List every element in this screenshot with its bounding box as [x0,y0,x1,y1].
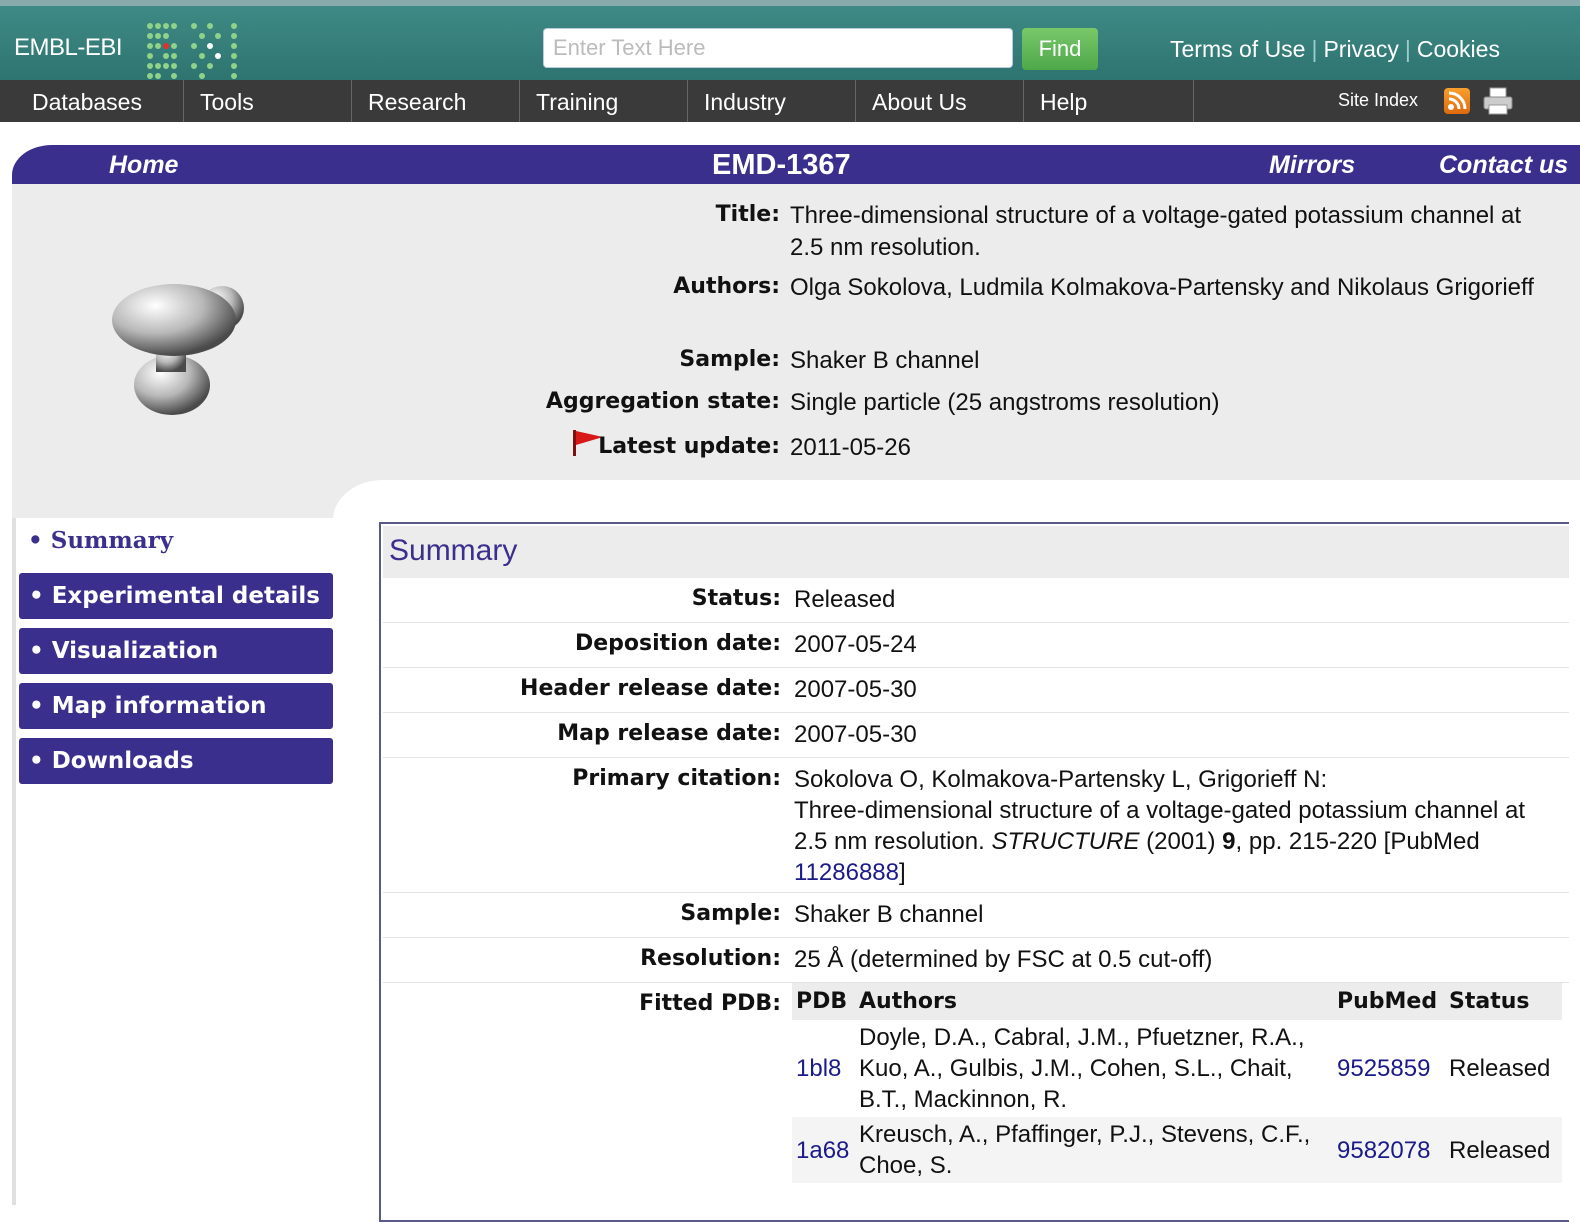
deposition-date-row: Deposition date: 2007-05-24 [383,623,1569,668]
deposition-date-label: Deposition date: [574,631,781,656]
status-label: Status: [691,586,781,611]
column-header-status: Status [1445,983,1562,1020]
deposition-date-value: 2007-05-24 [794,631,917,658]
pdb-status: Released [1449,1055,1551,1082]
pdb-link[interactable]: 1a68 [796,1137,849,1164]
sample-row: Sample: Shaker B channel [0,345,1580,377]
aggregation-row: Aggregation state: Single particle (25 a… [0,387,1580,419]
utility-links: Terms of Use | Privacy | Cookies [1170,36,1500,63]
table-row: 1bl8 Doyle, D.A., Cabral, J.M., Pfuetzne… [792,1020,1562,1117]
home-link[interactable]: Home [109,145,178,185]
citation-authors: Sokolova O, Kolmakova-Partensky L, Grigo… [794,766,1328,793]
title-value: Three-dimensional structure of a voltage… [790,202,1522,261]
menu-item-map-information[interactable]: • Map information [19,683,333,729]
cookies-link[interactable]: Cookies [1417,36,1500,62]
citation-pages: , pp. 215-220 [PubMed [1235,828,1480,855]
summary-heading-bar [383,526,1569,578]
latest-update-row: Latest update: 2011-05-26 [0,432,1580,464]
map-release-date-value: 2007-05-30 [794,721,917,748]
column-header-pubmed: PubMed [1333,983,1445,1020]
pubmed-link[interactable]: 9525859 [1337,1055,1430,1082]
resolution-row: Resolution: 25 Å (determined by FSC at 0… [383,938,1569,983]
header-release-date-value: 2007-05-30 [794,676,917,703]
sample-label: Sample: [679,347,780,372]
terms-of-use-link[interactable]: Terms of Use [1170,36,1305,62]
rss-icon[interactable] [1444,88,1470,114]
fitted-pdb-label: Fitted PDB: [639,991,781,1016]
sample-value: Shaker B channel [790,347,980,374]
main-nav: Databases Tools Research Training Indust… [0,80,1580,122]
menu-item-downloads[interactable]: • Downloads [19,738,333,784]
citation-close: ] [899,859,906,886]
title-row: Title: Three-dimensional structure of a … [0,200,1580,264]
printer-icon[interactable] [1482,86,1514,116]
map-release-date-label: Map release date: [557,721,781,746]
sample-summary-label: Sample: [680,901,781,926]
primary-citation-row: Primary citation: Sokolova O, Kolmakova-… [383,758,1569,893]
menu-item-visualization[interactable]: • Visualization [19,628,333,674]
column-header-pdb: PDB [792,983,855,1020]
nav-item-help[interactable]: Help [1024,80,1194,122]
citation-pubmed-link[interactable]: 11286888 [794,859,899,886]
nav-item-about-us[interactable]: About Us [856,80,1024,122]
privacy-link[interactable]: Privacy [1323,36,1398,62]
status-row: Status: Released [383,578,1569,623]
title-label: Title: [715,202,780,227]
nav-item-training[interactable]: Training [520,80,688,122]
nav-item-tools[interactable]: Tools [184,80,352,122]
aggregation-label: Aggregation state: [545,389,780,414]
menu-item-summary[interactable]: • Summary [28,527,173,554]
divider: | [1404,36,1411,62]
primary-citation-label: Primary citation: [572,766,781,791]
sample-summary-row: Sample: Shaker B channel [383,893,1569,938]
fitted-pdb-table: PDB Authors PubMed Status 1bl8 Doyle, D.… [792,983,1562,1183]
status-value: Released [794,586,896,613]
menu-item-experimental-details[interactable]: • Experimental details [19,573,333,619]
pdb-status: Released [1445,1117,1562,1183]
resolution-value: 25 Å (determined by FSC at 0.5 cut-off) [794,946,1213,973]
site-index-link[interactable]: Site Index [1338,90,1418,111]
contact-us-link[interactable]: Contact us [1439,145,1568,185]
embl-ebi-logo-text[interactable]: EMBL-EBI [14,34,123,62]
nav-item-databases[interactable]: Databases [16,80,184,122]
authors-label: Authors: [673,274,780,299]
embl-ebi-logo-icon[interactable] [144,18,244,82]
citation-volume: 9 [1222,828,1236,855]
fitted-pdb-row: Fitted PDB: PDB Authors PubMed Status 1b… [383,983,1569,1223]
pdb-authors: Kreusch, A., Pfaffinger, P.J., Stevens, … [855,1117,1333,1183]
left-gutter [12,518,16,1205]
primary-citation-value: Sokolova O, Kolmakova-Partensky L, Grigo… [794,764,1554,888]
entry-header-bar: Home EMD-1367 Mirrors Contact us [12,145,1580,184]
pdb-authors: Doyle, D.A., Cabral, J.M., Pfuetzner, R.… [859,1024,1305,1113]
resolution-label: Resolution: [640,946,781,971]
entry-id: EMD-1367 [712,149,851,181]
column-header-authors: Authors [855,983,1333,1020]
nav-item-research[interactable]: Research [352,80,520,122]
map-release-date-row: Map release date: 2007-05-30 [383,713,1569,758]
citation-journal: STRUCTURE [991,828,1140,855]
nav-item-industry[interactable]: Industry [688,80,856,122]
table-row: 1a68 Kreusch, A., Pfaffinger, P.J., Stev… [792,1117,1562,1183]
search-input[interactable] [543,28,1013,68]
summary-heading: Summary [389,534,518,567]
citation-year: (2001) [1146,828,1216,855]
header-release-date-label: Header release date: [520,676,781,701]
masthead: EMBL-EBI Find Terms of Use|Privacy|Cooki… [0,0,1580,80]
authors-value: Olga Sokolova, Ludmila Kolmakova-Partens… [790,274,1534,301]
header-release-date-row: Header release date: 2007-05-30 [383,668,1569,713]
pdb-link[interactable]: 1bl8 [796,1055,841,1082]
aggregation-value: Single particle (25 angstroms resolution… [790,389,1220,416]
mirrors-link[interactable]: Mirrors [1269,145,1355,185]
authors-row: Authors: Olga Sokolova, Ludmila Kolmakov… [0,272,1580,336]
find-button[interactable]: Find [1022,28,1098,70]
table-header-row: PDB Authors PubMed Status [792,983,1562,1020]
latest-update-label: Latest update: [598,434,780,459]
summary-panel: Summary Status: Released Deposition date… [379,522,1569,1222]
divider: | [1311,36,1318,62]
sample-summary-value: Shaker B channel [794,901,984,928]
pubmed-link[interactable]: 9582078 [1337,1137,1430,1164]
latest-update-value: 2011-05-26 [790,434,911,461]
